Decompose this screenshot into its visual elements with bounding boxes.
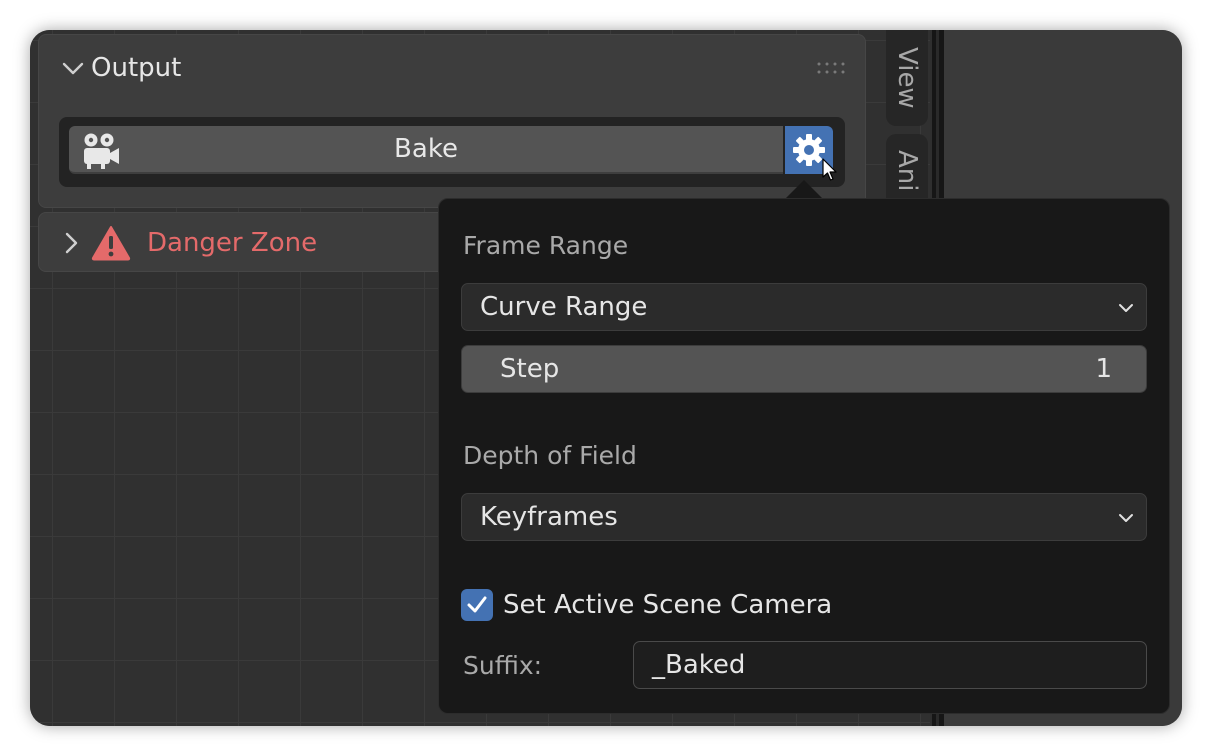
output-panel-header[interactable]: Output	[59, 51, 181, 85]
danger-zone-panel: Danger Zone	[38, 212, 460, 272]
set-active-camera-row[interactable]: Set Active Scene Camera	[461, 587, 832, 623]
suffix-input[interactable]: _Baked	[633, 641, 1147, 689]
danger-zone-header[interactable]: Danger Zone	[59, 225, 317, 261]
output-panel: Output Bake	[38, 34, 866, 208]
chevron-down-icon	[59, 54, 87, 82]
camera-icon	[84, 133, 119, 169]
set-active-camera-label: Set Active Scene Camera	[503, 590, 833, 620]
depth-of-field-label: Depth of Field	[463, 441, 637, 470]
mouse-cursor-icon	[822, 158, 837, 181]
danger-zone-title: Danger Zone	[147, 228, 318, 258]
popup-arrow	[784, 180, 824, 200]
suffix-value: _Baked	[652, 650, 746, 680]
step-field[interactable]: Step 1	[461, 345, 1147, 393]
frame-range-dropdown[interactable]: Curve Range	[461, 283, 1147, 331]
suffix-label: Suffix:	[463, 651, 543, 680]
chevron-down-icon	[1119, 514, 1133, 522]
bake-button-label: Bake	[394, 134, 458, 164]
app-frame: View Ani Output Bake Danger Zone Frame R…	[30, 30, 1182, 726]
frame-range-value: Curve Range	[480, 292, 648, 322]
bake-button[interactable]: Bake	[69, 126, 783, 174]
tab-animation-label: Ani	[892, 150, 922, 192]
step-value: 1	[1095, 354, 1112, 384]
checkmark-icon	[467, 596, 487, 613]
warning-icon	[91, 226, 131, 261]
tab-view[interactable]: View	[886, 30, 928, 126]
drag-handle-icon[interactable]	[817, 61, 845, 75]
depth-of-field-value: Keyframes	[480, 502, 618, 532]
chevron-right-icon	[65, 232, 78, 254]
set-active-camera-checkbox[interactable]	[461, 589, 493, 621]
chevron-down-icon	[1119, 304, 1133, 312]
depth-of-field-dropdown[interactable]: Keyframes	[461, 493, 1147, 541]
frame-range-label: Frame Range	[463, 231, 629, 260]
step-label: Step	[500, 354, 560, 384]
output-panel-title: Output	[91, 53, 182, 83]
bake-settings-popup: Frame Range Curve Range Step 1 Depth of …	[438, 198, 1170, 714]
tab-view-label: View	[892, 47, 922, 109]
bake-row: Bake	[59, 117, 845, 187]
